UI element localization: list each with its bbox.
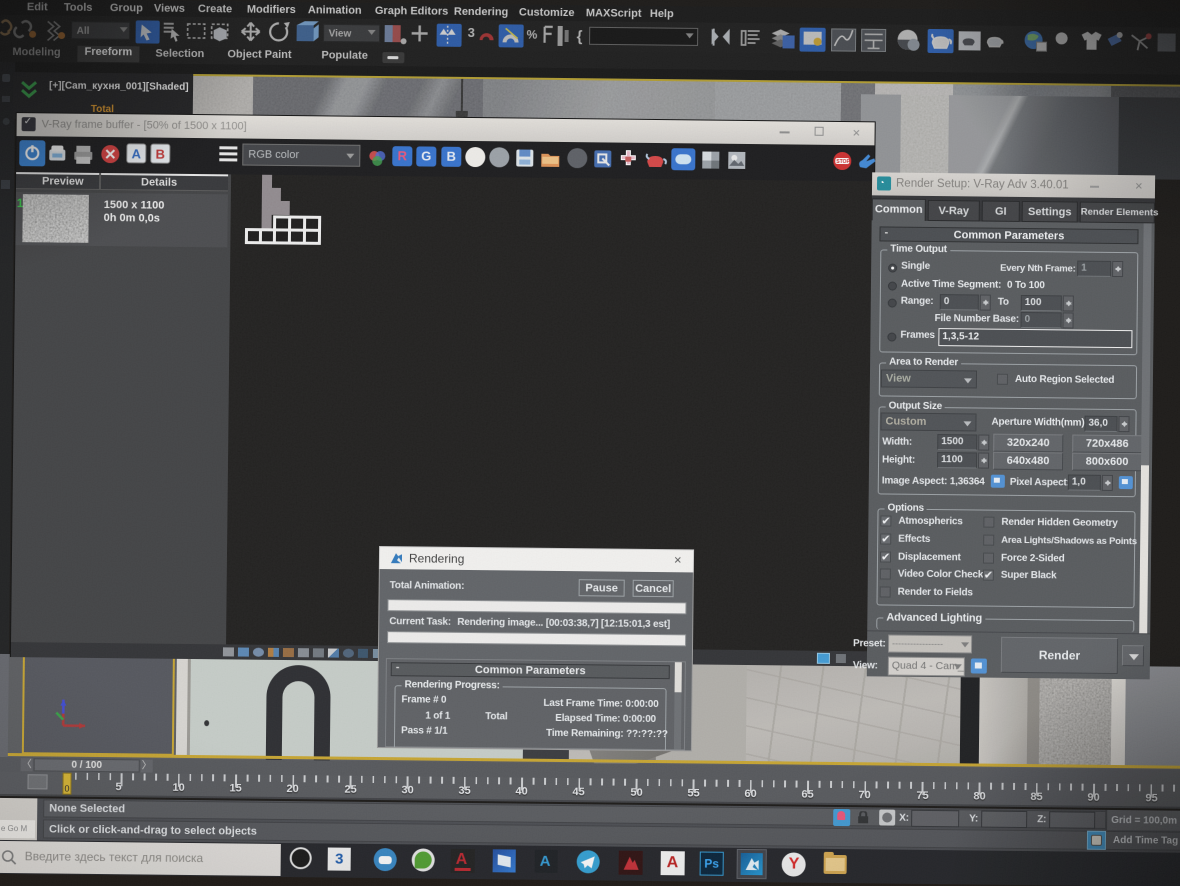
svg-text:STOP: STOP [836, 159, 850, 165]
